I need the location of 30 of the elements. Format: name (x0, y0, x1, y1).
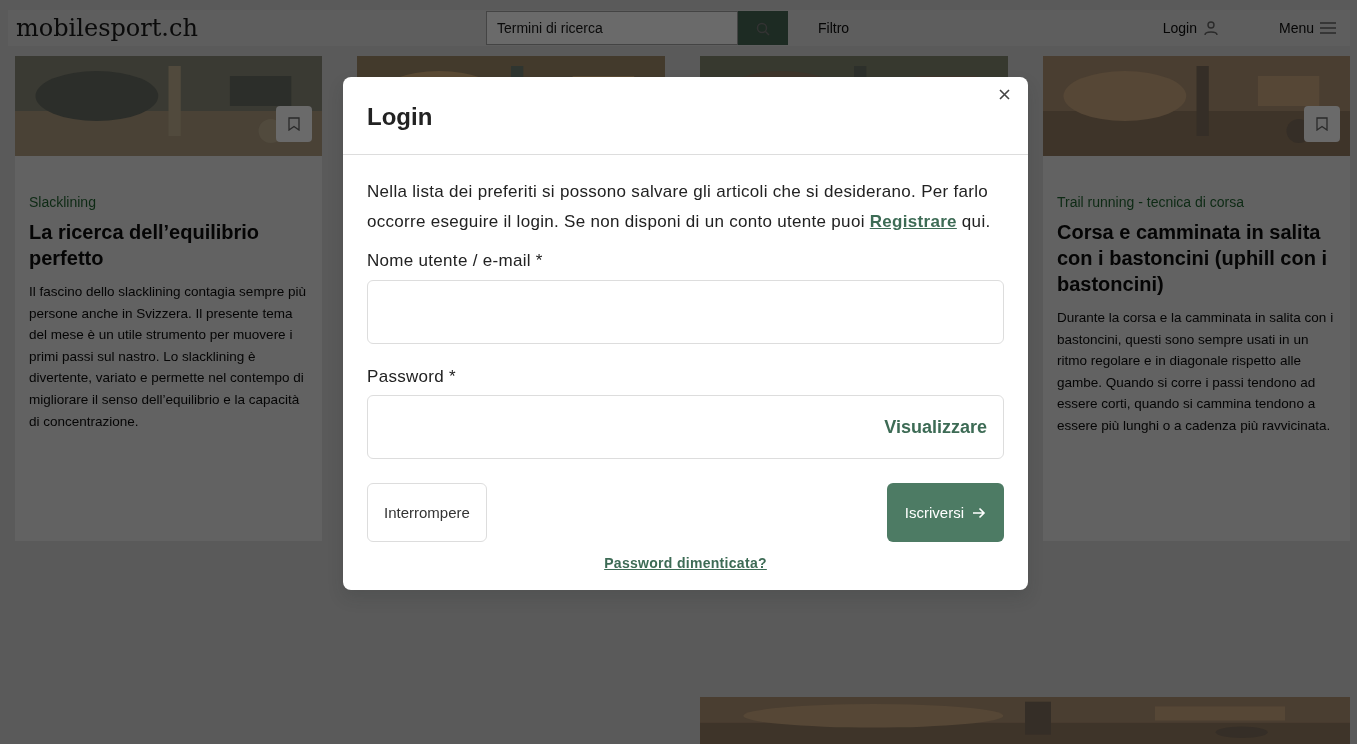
forgot-password-link[interactable]: Password dimenticata? (604, 555, 767, 572)
bookmark-icon (1316, 117, 1328, 131)
article-category[interactable]: Trail running - tecnica di corsa (1057, 192, 1336, 213)
arrow-icon (972, 506, 986, 519)
password-field[interactable]: Visualizzare (367, 395, 1004, 460)
modal-title: Login (367, 103, 434, 132)
username-field[interactable] (367, 279, 1004, 344)
bookmark-button[interactable] (276, 106, 312, 142)
close-icon (999, 89, 1010, 100)
article-title[interactable]: La ricerca dell’equilibrio perfetto (29, 219, 308, 271)
article-title[interactable]: Corsa e camminata in salita con i bastoncini (uphill con i bastoncini) (1057, 219, 1336, 297)
menu-button[interactable]: Menu (1272, 16, 1342, 40)
article-card[interactable] (15, 56, 322, 541)
filter-button[interactable]: Filtro (812, 16, 856, 40)
cancel-button[interactable]: Interrompere (367, 483, 487, 543)
bookmark-icon (288, 117, 300, 131)
register-link[interactable]: Registrare (869, 211, 957, 231)
search-field[interactable]: Termini di ricerca (486, 11, 738, 45)
article-category[interactable]: Slacklining (29, 192, 308, 213)
site-logo[interactable]: mobilesport.ch (16, 10, 486, 46)
field-label: Password * (367, 365, 457, 388)
intro-text: Nella lista dei preferiti si possono salvare gli articoli che si desiderano. Per farlo occorre eseguire il login. Se non disponi di un conto utente puoi Registrare qui. (367, 180, 992, 233)
menu-icon (1320, 22, 1336, 34)
bookmark-button[interactable] (1304, 106, 1340, 142)
show-password-button[interactable]: Visualizzare (884, 413, 987, 441)
article-card[interactable] (1043, 56, 1350, 541)
field-label: Nome utente / e-mail * (367, 250, 544, 273)
submit-button[interactable]: Iscriversi (886, 483, 1004, 543)
login-button[interactable]: Login (1156, 16, 1225, 40)
user-icon (1202, 20, 1219, 36)
